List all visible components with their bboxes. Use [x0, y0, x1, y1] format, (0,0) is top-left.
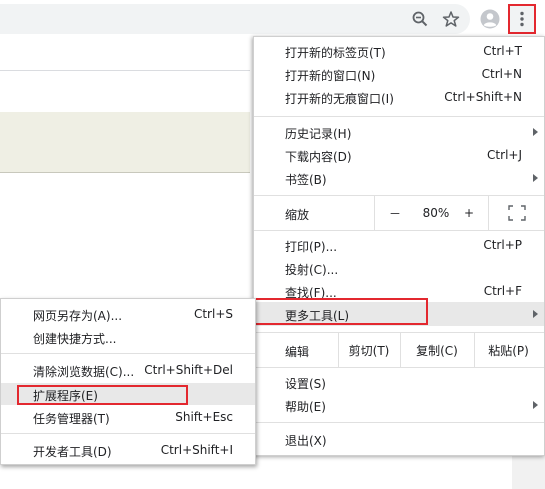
menu-item-print[interactable]: 打印(P)... Ctrl+P — [254, 234, 544, 256]
copy-button[interactable]: 复制(C) — [401, 333, 473, 367]
submenu-item-shortcut: Ctrl+Shift+Del — [144, 363, 233, 377]
address-bar[interactable] — [0, 4, 470, 34]
menu-item-label: 查找(F)... — [285, 286, 337, 300]
submenu-item-extensions[interactable]: 扩展程序(E) — [1, 383, 255, 405]
chrome-main-menu: 打开新的标签页(T) Ctrl+T 打开新的窗口(N) Ctrl+N 打开新的无… — [253, 36, 545, 456]
menu-item-new-window[interactable]: 打开新的窗口(N) Ctrl+N — [254, 63, 544, 85]
submenu-item-devtools[interactable]: 开发者工具(D) Ctrl+Shift+I — [1, 439, 255, 461]
zoom-in-label: + — [463, 206, 475, 220]
fullscreen-icon — [508, 205, 526, 221]
menu-item-shortcut: Ctrl+J — [487, 148, 522, 162]
submenu-item-shortcut: Ctrl+S — [193, 307, 233, 321]
menu-separator — [254, 422, 544, 423]
profile-avatar-icon[interactable] — [479, 8, 501, 30]
copy-label: 复制(C) — [416, 343, 458, 358]
menu-item-label: 投射(C)... — [285, 263, 339, 277]
three-dot-menu-icon — [520, 11, 524, 27]
menu-item-new-incognito[interactable]: 打开新的无痕窗口(I) Ctrl+Shift+N — [254, 86, 544, 108]
menu-item-label: 更多工具(L) — [285, 309, 350, 323]
submenu-separator — [1, 433, 255, 434]
menu-item-history[interactable]: 历史记录(H) — [254, 121, 544, 143]
zoom-icon[interactable] — [409, 8, 431, 30]
menu-item-label: 打印(P)... — [285, 240, 338, 254]
menu-item-label: 下载内容(D) — [285, 150, 352, 164]
menu-item-label: 设置(S) — [285, 377, 326, 391]
browser-window: 打开新的标签页(T) Ctrl+T 打开新的窗口(N) Ctrl+N 打开新的无… — [0, 0, 545, 489]
menu-item-bookmarks[interactable]: 书签(B) — [254, 167, 544, 189]
submenu-arrow-icon — [533, 174, 538, 182]
submenu-item-create-shortcut[interactable]: 创建快捷方式... — [1, 326, 255, 348]
fullscreen-button[interactable] — [504, 196, 530, 230]
menu-separator — [254, 116, 544, 117]
edit-row: 编辑 剪切(T) 复制(C) 粘贴(P) — [254, 333, 544, 367]
more-tools-submenu: 网页另存为(A)... Ctrl+S 创建快捷方式... 清除浏览数据(C)..… — [0, 298, 256, 465]
paste-button[interactable]: 粘贴(P) — [475, 333, 542, 367]
zoom-level: 80% — [416, 196, 456, 230]
submenu-arrow-icon — [533, 401, 538, 409]
zoom-divider — [488, 196, 489, 230]
menu-item-label: 退出(X) — [285, 434, 327, 448]
browser-toolbar — [0, 0, 545, 37]
zoom-divider — [374, 196, 375, 230]
page-scrollbar-area — [512, 455, 545, 489]
bookmark-star-icon[interactable] — [440, 8, 462, 30]
three-dot-menu-button[interactable] — [508, 4, 536, 34]
zoom-row: 缩放 － 80% + — [254, 196, 544, 230]
submenu-separator — [1, 353, 255, 354]
menu-item-label: 打开新的窗口(N) — [285, 69, 376, 83]
cut-label: 剪切(T) — [348, 343, 390, 358]
menu-item-settings[interactable]: 设置(S) — [254, 371, 544, 393]
submenu-arrow-icon — [533, 128, 538, 136]
submenu-arrow-icon — [533, 310, 538, 318]
menu-separator — [254, 367, 544, 368]
submenu-item-label: 网页另存为(A)... — [33, 309, 123, 323]
submenu-item-save-page[interactable]: 网页另存为(A)... Ctrl+S — [1, 303, 255, 325]
menu-item-label: 历史记录(H) — [285, 127, 352, 141]
menu-item-exit[interactable]: 退出(X) — [254, 428, 544, 450]
menu-item-shortcut: Ctrl+T — [483, 44, 522, 58]
submenu-item-clear-data[interactable]: 清除浏览数据(C)... Ctrl+Shift+Del — [1, 359, 255, 381]
zoom-value: 80% — [422, 206, 450, 220]
submenu-item-task-manager[interactable]: 任务管理器(T) Shift+Esc — [1, 406, 255, 428]
menu-item-cast[interactable]: 投射(C)... — [254, 257, 544, 279]
menu-item-shortcut: Ctrl+F — [483, 284, 522, 298]
submenu-item-label: 清除浏览数据(C)... — [33, 365, 135, 379]
menu-item-find[interactable]: 查找(F)... Ctrl+F — [254, 280, 544, 302]
menu-item-shortcut: Ctrl+Shift+N — [444, 90, 522, 104]
submenu-item-label: 开发者工具(D) — [33, 445, 112, 459]
cut-button[interactable]: 剪切(T) — [339, 333, 399, 367]
submenu-item-label: 任务管理器(T) — [33, 412, 110, 426]
menu-item-help[interactable]: 帮助(E) — [254, 394, 544, 416]
submenu-item-label: 创建快捷方式... — [33, 332, 117, 346]
zoom-out-button[interactable]: － — [380, 196, 410, 230]
menu-item-more-tools[interactable]: 更多工具(L) — [254, 302, 544, 326]
menu-separator — [254, 230, 544, 231]
page-banner — [0, 112, 250, 173]
menu-item-new-tab[interactable]: 打开新的标签页(T) Ctrl+T — [254, 40, 544, 62]
menu-item-shortcut: Ctrl+P — [483, 238, 522, 252]
zoom-out-label: － — [388, 206, 401, 221]
submenu-item-shortcut: Ctrl+Shift+I — [160, 443, 233, 457]
menu-item-label: 打开新的无痕窗口(I) — [285, 92, 394, 106]
page-divider — [0, 70, 250, 71]
menu-item-label: 书签(B) — [285, 173, 327, 187]
zoom-label: 缩放 — [285, 208, 310, 222]
menu-item-shortcut: Ctrl+N — [481, 67, 522, 81]
menu-item-label: 打开新的标签页(T) — [285, 46, 386, 60]
edit-label: 编辑 — [285, 345, 310, 359]
submenu-item-shortcut: Shift+Esc — [175, 410, 233, 424]
zoom-in-button[interactable]: + — [454, 196, 484, 230]
menu-item-label: 帮助(E) — [285, 400, 326, 414]
submenu-item-label: 扩展程序(E) — [33, 389, 98, 403]
menu-item-downloads[interactable]: 下载内容(D) Ctrl+J — [254, 144, 544, 166]
paste-label: 粘贴(P) — [488, 343, 529, 358]
